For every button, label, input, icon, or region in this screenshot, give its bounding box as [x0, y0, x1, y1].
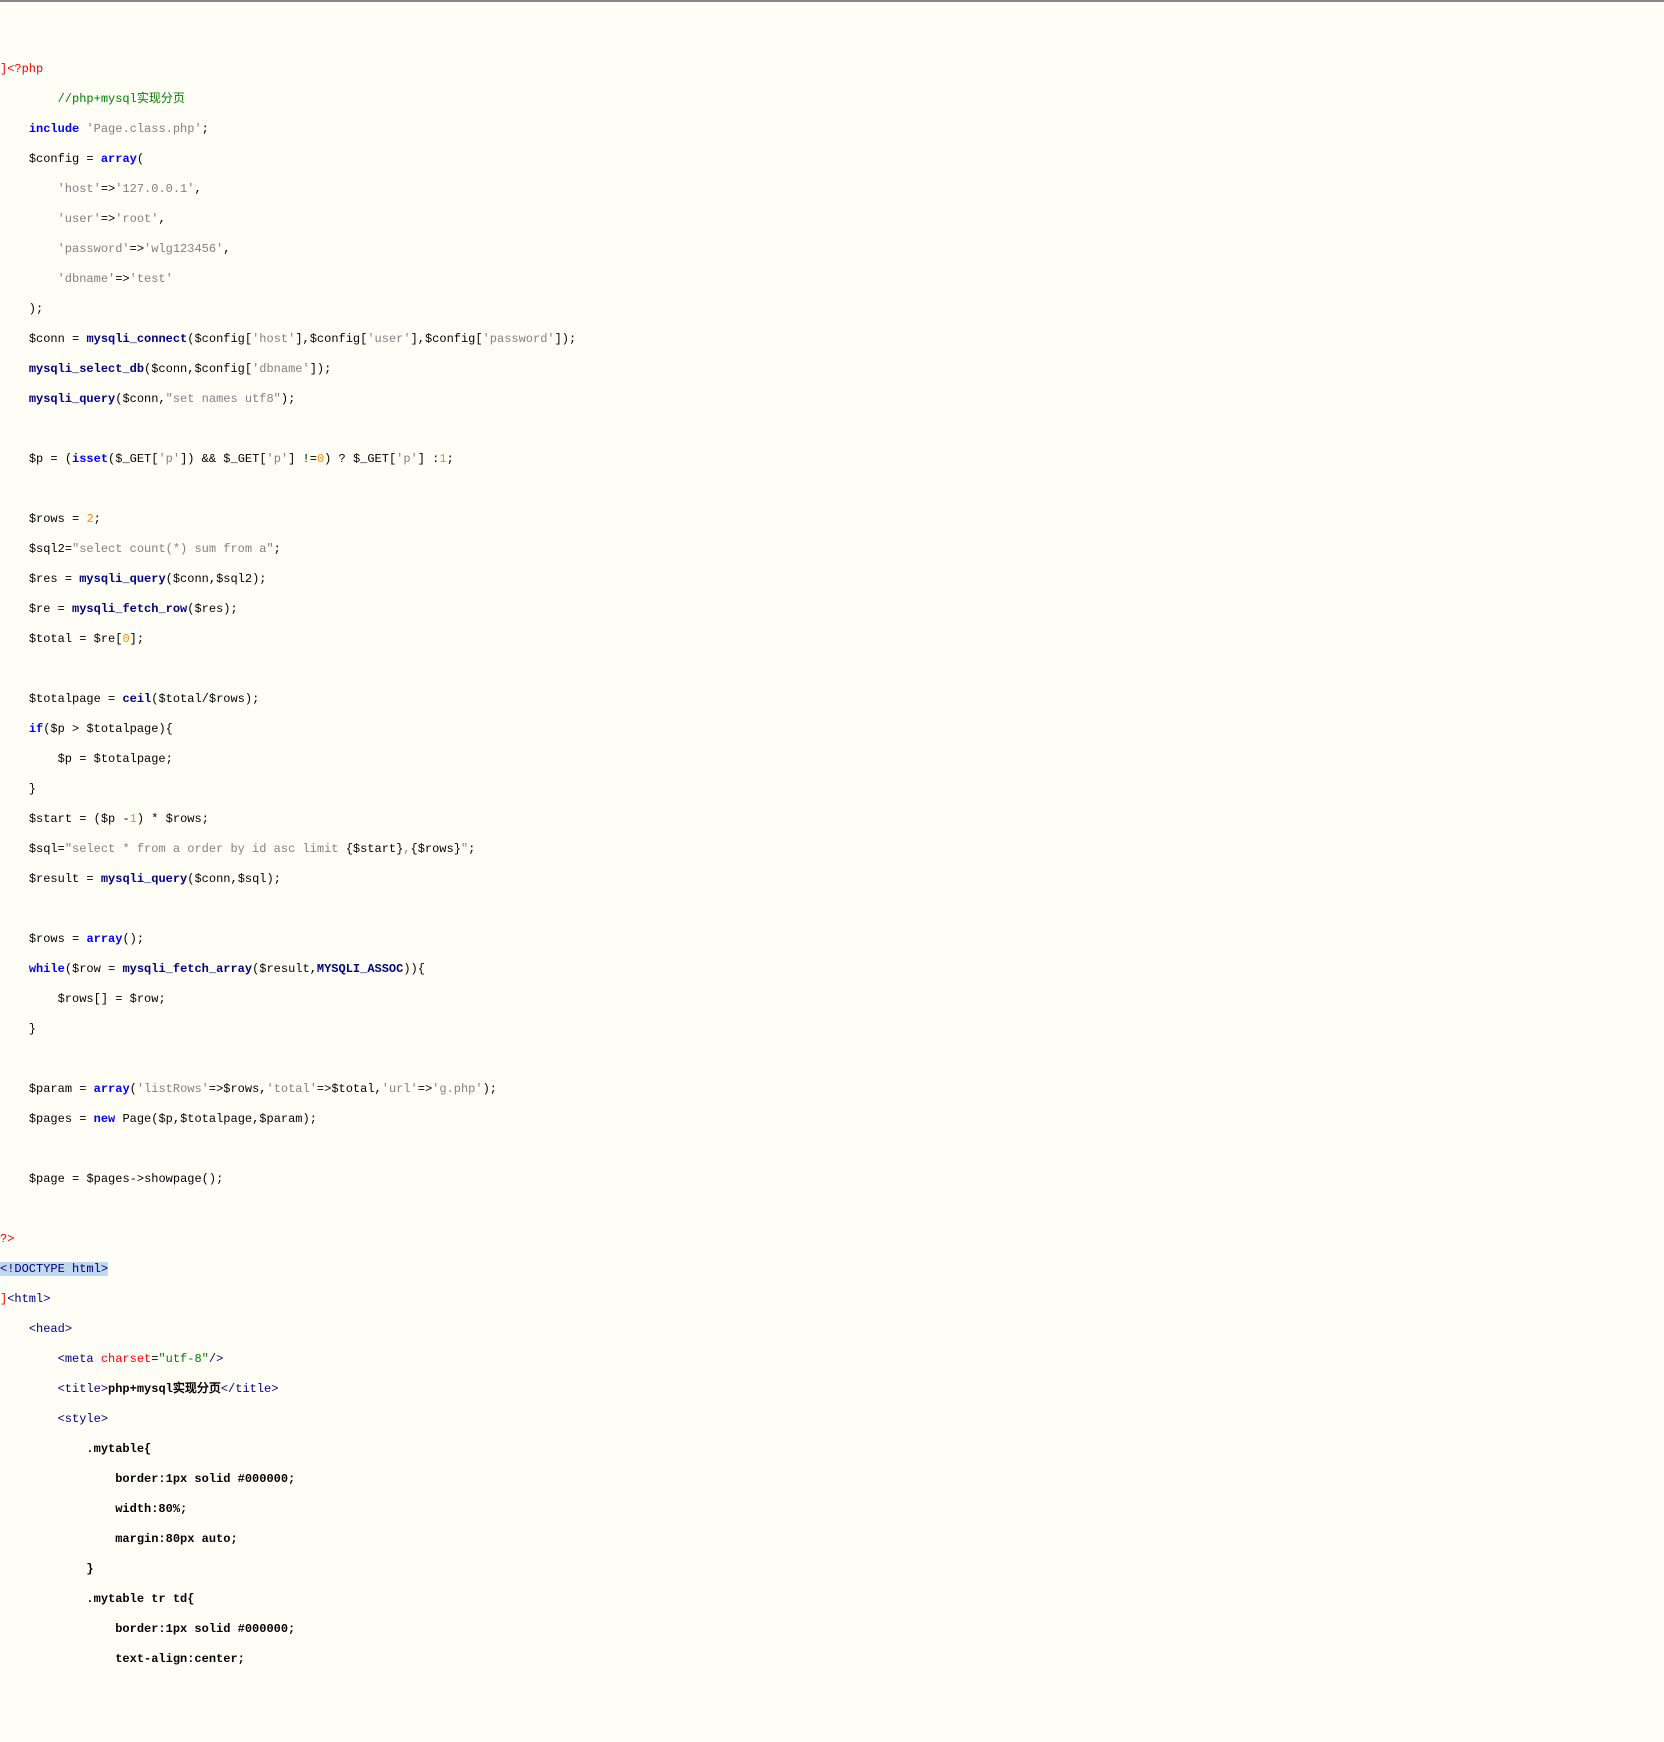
- css-rule: width:80%;: [115, 1502, 187, 1516]
- php-open-tag: <?php: [7, 62, 43, 76]
- function: mysqli_select_db: [29, 362, 144, 376]
- var: $re: [29, 602, 51, 616]
- string: 'host': [58, 182, 101, 196]
- var: $res: [29, 572, 58, 586]
- string: 'user': [58, 212, 101, 226]
- title-text: php+mysql实现分页: [108, 1382, 221, 1396]
- comment: //php+mysql实现分页: [58, 92, 185, 106]
- fold-bracket: ]: [0, 1292, 7, 1306]
- html-tag: <html>: [7, 1292, 50, 1306]
- string: 'wlg123456': [144, 242, 223, 256]
- var: $sql2: [29, 542, 65, 556]
- var: $totalpage: [29, 692, 101, 706]
- php-close-tag: ?>: [0, 1232, 14, 1246]
- function: mysqli_connect: [86, 332, 187, 346]
- doctype-selected: <!DOCTYPE html>: [0, 1262, 108, 1276]
- css-rule: text-align:center;: [115, 1652, 245, 1666]
- constant: MYSQLI_ASSOC: [317, 962, 403, 976]
- string: 'Page.class.php': [86, 122, 201, 136]
- keyword-array: array: [101, 152, 137, 166]
- keyword-if: if: [29, 722, 43, 736]
- var: $p: [29, 452, 43, 466]
- string: 'password': [58, 242, 130, 256]
- var: $pages: [29, 1112, 72, 1126]
- string: '127.0.0.1': [115, 182, 194, 196]
- var: $conn: [29, 332, 65, 346]
- var: $result: [29, 872, 79, 886]
- var: $total: [29, 632, 72, 646]
- var: $config: [29, 152, 79, 166]
- var: $page: [29, 1172, 65, 1186]
- var: $rows: [29, 512, 65, 526]
- var: $param: [29, 1082, 72, 1096]
- css-rule: margin:80px auto;: [115, 1532, 237, 1546]
- style-tag: <style>: [58, 1412, 108, 1426]
- function: mysqli_query: [29, 392, 115, 406]
- keyword-include: include: [29, 122, 79, 136]
- string: 'dbname': [58, 272, 116, 286]
- keyword-while: while: [29, 962, 65, 976]
- string: 'root': [115, 212, 158, 226]
- css-rule: border:1px solid #000000;: [115, 1472, 295, 1486]
- string: 'test': [130, 272, 173, 286]
- var: $sql: [29, 842, 58, 856]
- css-rule: border:1px solid #000000;: [115, 1622, 295, 1636]
- head-tag: <head>: [29, 1322, 72, 1336]
- css-selector: .mytable{: [86, 1442, 151, 1456]
- var: $rows: [29, 932, 65, 946]
- code-editor: ] <?php //php+mysql实现分页 include 'Page.cla…: [0, 47, 1664, 1682]
- css-selector: .mytable tr td{: [86, 1592, 194, 1606]
- var: $start: [29, 812, 72, 826]
